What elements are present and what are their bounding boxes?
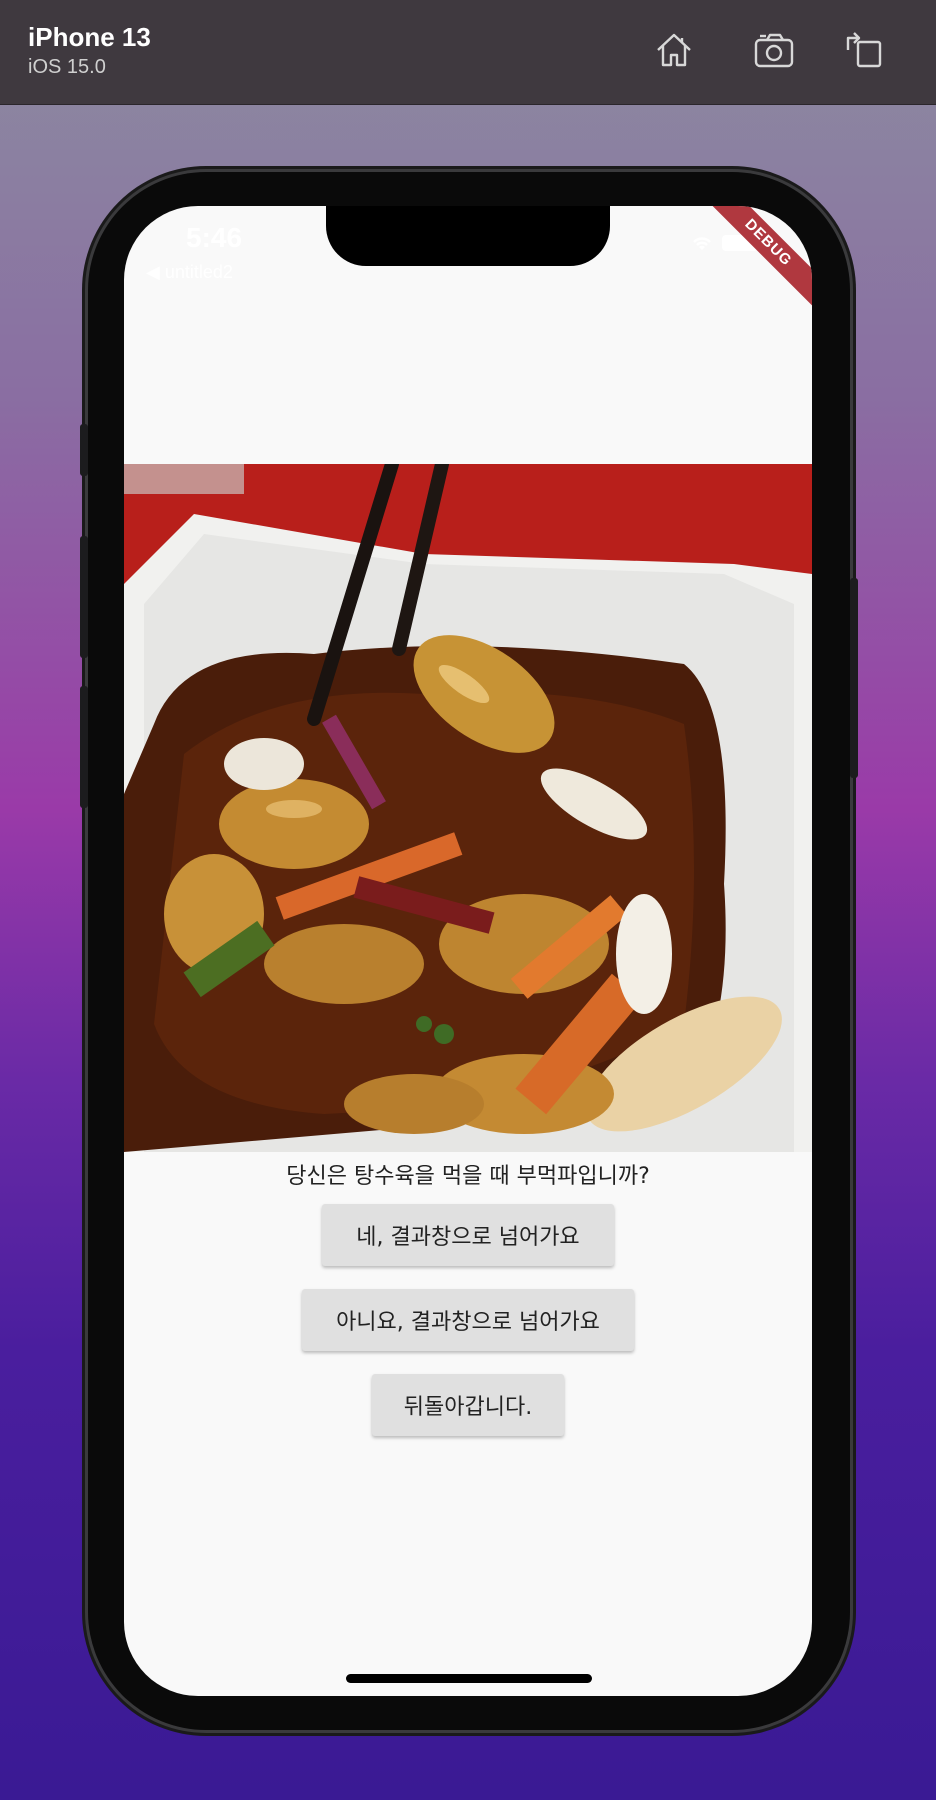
notch — [326, 206, 610, 266]
status-time: 5:46 — [186, 222, 243, 253]
volume-down-button — [80, 686, 88, 808]
back-to-app-link[interactable]: ◀ untitled2 — [146, 262, 233, 283]
home-icon[interactable] — [650, 26, 698, 74]
simulator-toolbar: iPhone 13 iOS 15.0 — [0, 0, 936, 105]
silent-switch — [80, 424, 88, 476]
screenshot-icon[interactable] — [750, 26, 798, 74]
food-photo — [124, 464, 812, 1152]
home-indicator[interactable] — [346, 1674, 592, 1683]
wifi-icon — [693, 237, 711, 250]
device-name: iPhone 13 — [28, 22, 151, 52]
app-screen: 5:46 ◀ untitled2 DEBUG 당신은 탕수육을 먹을 때 부먹파… — [124, 206, 812, 1696]
power-button — [850, 578, 858, 778]
volume-up-button — [80, 536, 88, 658]
no-button[interactable]: 아니요, 결과창으로 넘어가요 — [302, 1289, 634, 1351]
question-text: 당신은 탕수육을 먹을 때 부먹파입니까? — [286, 1164, 650, 1189]
yes-button[interactable]: 네, 결과창으로 넘어가요 — [322, 1204, 614, 1266]
os-version: iOS 15.0 — [28, 56, 106, 78]
rotate-icon[interactable] — [840, 26, 888, 74]
back-button[interactable]: 뒤돌아갑니다. — [372, 1374, 564, 1436]
